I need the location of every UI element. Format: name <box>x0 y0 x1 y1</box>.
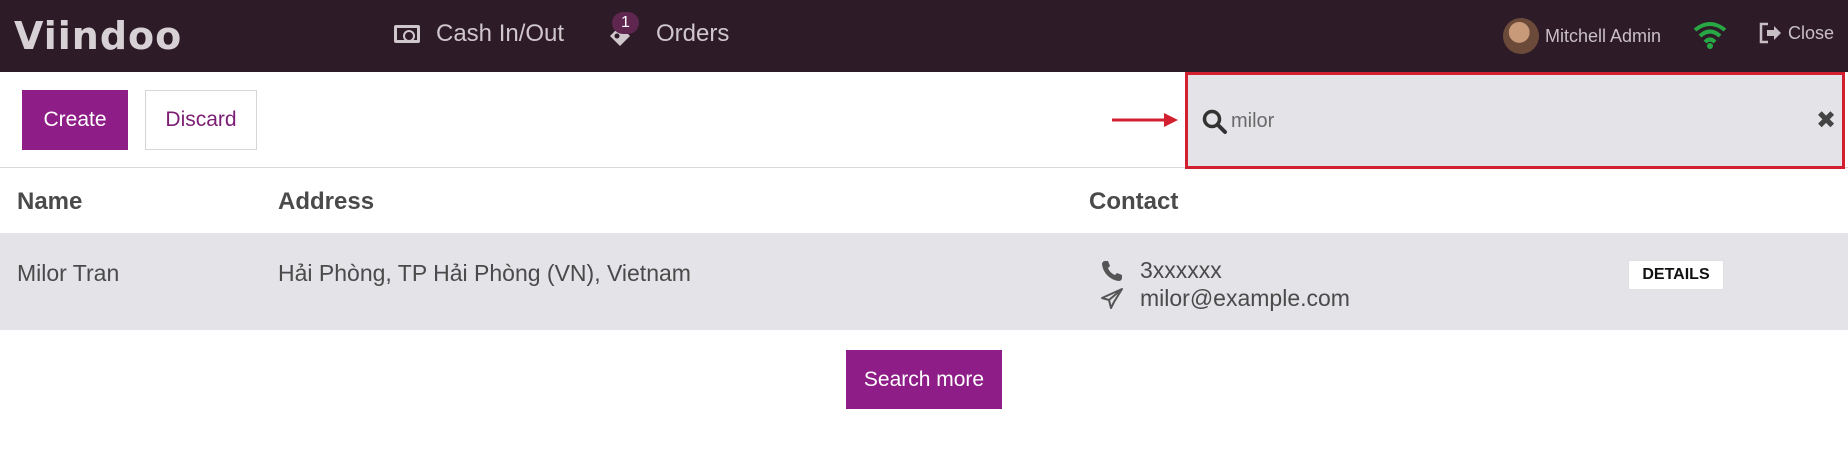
customer-phone: 3xxxxxx <box>1100 257 1222 284</box>
close-session-button[interactable]: Close <box>1758 22 1834 44</box>
orders-label: Orders <box>656 20 730 47</box>
top-navbar: Viindoo Cash In/Out Orders 1 Mitchell Ad… <box>0 0 1848 72</box>
search-input[interactable] <box>1231 103 1771 139</box>
cash-icon <box>394 25 420 43</box>
orders-count-badge: 1 <box>612 12 639 34</box>
sign-out-icon <box>1759 22 1781 44</box>
phone-icon <box>1102 260 1122 281</box>
app-logo: Viindoo <box>14 14 183 58</box>
discard-button[interactable]: Discard <box>145 90 257 150</box>
cash-in-out-label: Cash In/Out <box>436 20 565 47</box>
search-icon <box>1202 109 1227 134</box>
user-menu[interactable]: Mitchell Admin <box>1503 18 1661 54</box>
table-row[interactable]: Milor Tran Hải Phòng, TP Hải Phòng (VN),… <box>0 233 1848 330</box>
column-header-name[interactable]: Name <box>17 188 82 216</box>
wifi-icon <box>1693 22 1727 49</box>
arrow-icon <box>1112 113 1178 127</box>
column-header-address[interactable]: Address <box>278 188 374 216</box>
table-header: Name Address Contact <box>0 168 1848 233</box>
search-more-button[interactable]: Search more <box>846 350 1002 409</box>
customer-email: milor@example.com <box>1100 285 1350 312</box>
avatar <box>1503 18 1539 54</box>
customer-phone-value: 3xxxxxx <box>1140 257 1222 283</box>
details-button[interactable]: DETAILS <box>1628 260 1724 290</box>
cash-in-out-button[interactable]: Cash In/Out <box>394 20 564 48</box>
customer-name: Milor Tran <box>17 260 120 286</box>
user-name: Mitchell Admin <box>1545 25 1662 46</box>
column-header-contact[interactable]: Contact <box>1089 188 1178 216</box>
paper-plane-icon <box>1101 287 1123 309</box>
customer-address: Hải Phòng, TP Hải Phòng (VN), Vietnam <box>278 260 691 286</box>
close-icon[interactable]: ✖ <box>1816 109 1836 133</box>
customer-email-value: milor@example.com <box>1140 285 1350 311</box>
create-button[interactable]: Create <box>22 90 128 150</box>
close-label: Close <box>1788 22 1835 43</box>
customer-search-box: ✖ <box>1185 72 1845 169</box>
